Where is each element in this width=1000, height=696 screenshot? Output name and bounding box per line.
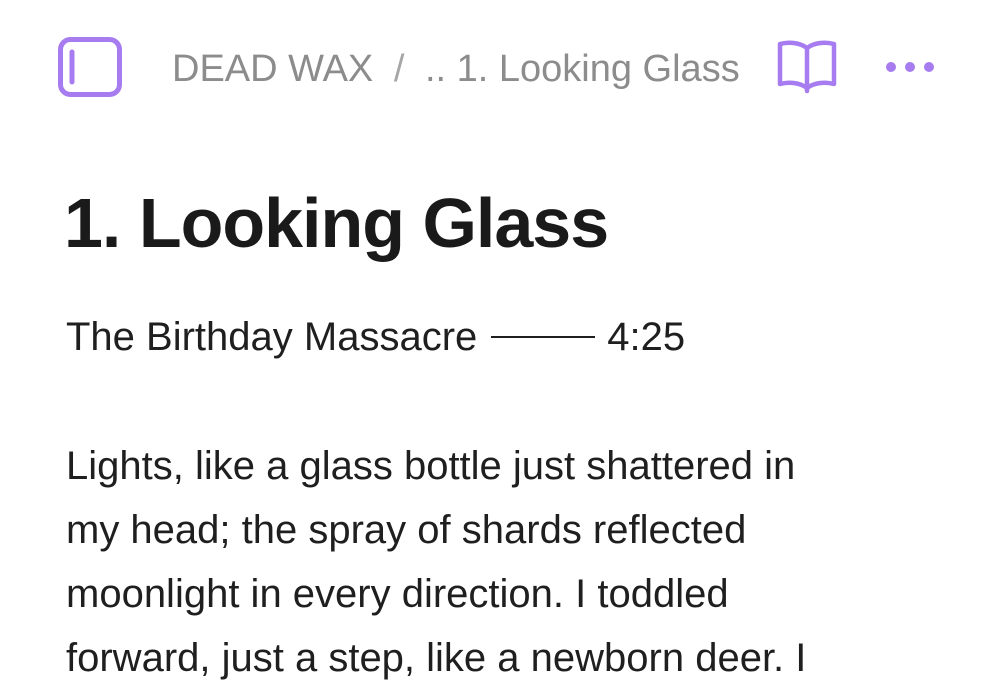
artist-name: The Birthday Massacre: [66, 315, 478, 359]
meta-dash-divider: [491, 336, 596, 339]
track-duration: 4:25: [607, 315, 686, 359]
body-line: Lights, like a glass bottle just shatter…: [66, 444, 796, 488]
breadcrumb-current[interactable]: .. 1. Looking Glass: [425, 48, 740, 90]
sidebar-toggle-button[interactable]: [58, 37, 122, 97]
reading-mode-button[interactable]: [776, 38, 838, 94]
sidebar-panel-icon: [58, 37, 122, 97]
ellipsis-icon: [886, 62, 934, 72]
page-title: 1. Looking Glass: [64, 184, 609, 262]
track-meta: The Birthday Massacre 4:25: [66, 310, 685, 364]
open-book-icon: [777, 40, 837, 94]
breadcrumb-parent[interactable]: DEAD WAX: [172, 48, 373, 90]
top-toolbar: DEAD WAX / .. 1. Looking Glass: [0, 0, 1000, 130]
more-options-button[interactable]: [882, 54, 938, 80]
body-line: forward, just a step, like a newborn dee…: [66, 636, 807, 680]
breadcrumb: DEAD WAX / .. 1. Looking Glass: [172, 44, 740, 94]
body-line: my head; the spray of shards reflected: [66, 508, 747, 552]
body-paragraph: Lights, like a glass bottle just shatter…: [66, 434, 926, 690]
breadcrumb-separator: /: [393, 48, 405, 90]
body-line: moonlight in every direction. I toddled: [66, 572, 729, 616]
